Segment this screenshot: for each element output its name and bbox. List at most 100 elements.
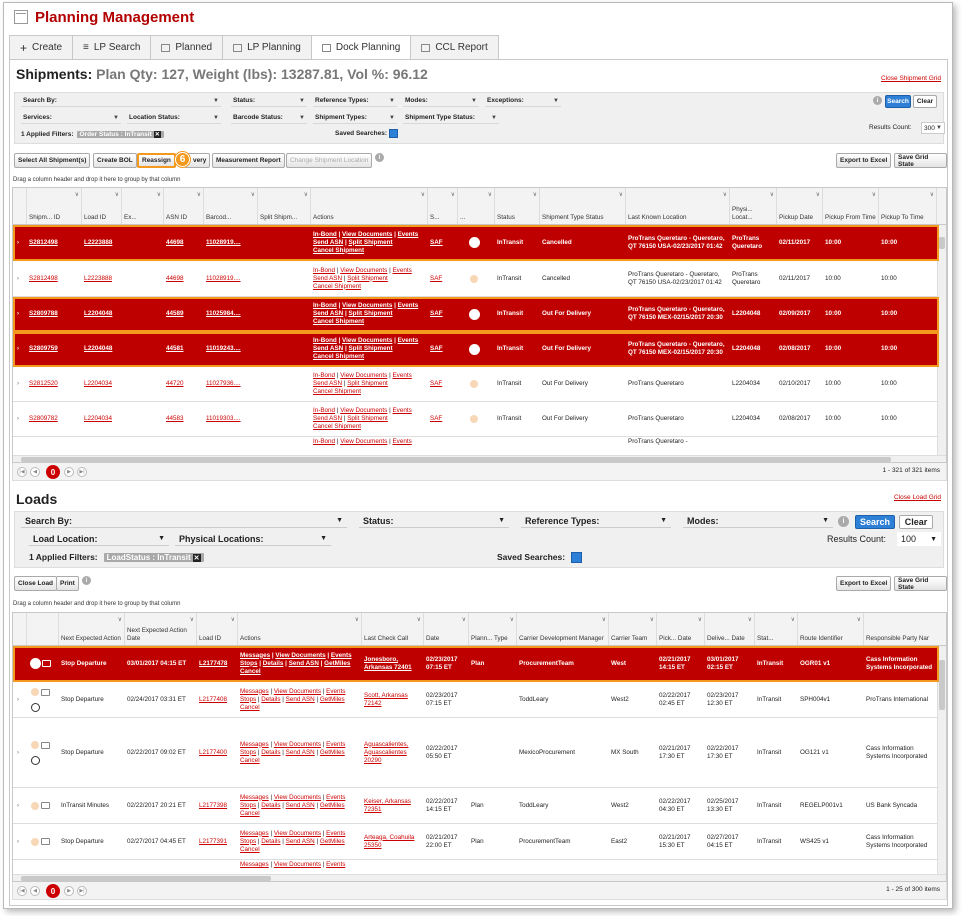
stops-link[interactable]: Stops [240, 660, 258, 667]
column-header-actions[interactable]: Actions ∨ [311, 188, 428, 224]
send-asn-link[interactable]: Send ASN [286, 802, 315, 809]
send-asn-link[interactable]: Send ASN [313, 345, 343, 352]
select-all-shipments-button[interactable]: Select All Shipment(s) [14, 153, 91, 168]
messages-link[interactable]: Messages [240, 652, 270, 659]
tab-planned[interactable]: Planned [150, 35, 224, 59]
chevron-down-icon[interactable]: ∨ [355, 616, 359, 624]
chevron-down-icon[interactable]: ∨ [115, 191, 119, 199]
table-row[interactable]: › S2809782 L2204034 44583 11019303.... I… [13, 402, 939, 437]
cancel-link[interactable]: Cancel [240, 757, 260, 764]
table-row[interactable]: › Stop Departure 02/27/2017 04:45 ET L21… [13, 824, 939, 860]
load-id-link[interactable]: L2177408 [199, 696, 227, 704]
barcode-link[interactable]: 11028919.... [206, 239, 241, 247]
shipment-id-link[interactable]: S2812520 [29, 380, 58, 388]
events-link[interactable]: Events [326, 861, 345, 868]
split-shipment-link[interactable]: Split Shipment [348, 345, 392, 352]
table-row[interactable]: › Stop Departure 02/24/2017 03:31 ET L21… [13, 682, 939, 718]
column-header-pickup-from-time[interactable]: Pickup From Time ∨ [823, 188, 879, 224]
clear-button[interactable]: Clear [899, 515, 933, 529]
load-id-link[interactable]: L2223888 [84, 239, 112, 247]
in-bond-link[interactable]: In-Bond [313, 438, 335, 445]
send-asn-link[interactable]: Send ASN [286, 838, 315, 845]
column-header-s[interactable]: S... ∨ [428, 188, 458, 224]
load-id-link[interactable]: L2204048 [84, 310, 112, 318]
asn-id-link[interactable]: 44581 [166, 345, 184, 353]
events-link[interactable]: Events [398, 231, 419, 238]
check-call-link[interactable]: Keiser, Arkansas 72351 [364, 798, 422, 814]
column-header-load-id[interactable]: Load ID ∨ [82, 188, 122, 224]
search-by-dropdown[interactable]: Search By: ▼ [21, 95, 221, 107]
status-dropdown[interactable]: Status: ▼ [231, 95, 307, 107]
cancel-shipment-link[interactable]: Cancel Shipment [313, 247, 364, 254]
table-row[interactable]: In-Bond | View Documents | Events ProTra… [13, 437, 939, 455]
cancel-link[interactable]: Cancel [240, 846, 260, 853]
results-count-select[interactable]: 300 ▼ [921, 122, 945, 134]
send-asn-link[interactable]: Send ASN [289, 660, 319, 667]
asn-id-link[interactable]: 44698 [166, 239, 184, 247]
view-documents-link[interactable]: View Documents [340, 438, 387, 445]
in-bond-link[interactable]: In-Bond [313, 372, 335, 379]
tab-dock-planning[interactable]: Dock Planning [310, 35, 412, 59]
column-header-ex[interactable]: Ex... ∨ [122, 188, 164, 224]
send-asn-link[interactable]: Send ASN [313, 380, 342, 387]
view-documents-link[interactable]: View Documents [274, 861, 321, 868]
load-id-link[interactable]: L2177400 [199, 749, 227, 757]
view-documents-link[interactable]: View Documents [342, 302, 392, 309]
expand-row-icon[interactable]: › [15, 824, 21, 859]
column-header-icon[interactable]: ... ∨ [458, 188, 495, 224]
barcode-link[interactable]: 11027936.... [206, 380, 241, 388]
expand-row-icon[interactable]: › [15, 367, 21, 401]
location-status-dropdown[interactable]: Location Status: ▼ [127, 112, 221, 124]
messages-link[interactable]: Messages [240, 861, 269, 868]
expand-row-icon[interactable]: › [15, 402, 21, 436]
info-icon[interactable]: i [375, 153, 384, 162]
events-link[interactable]: Events [392, 267, 411, 274]
shipment-id-link[interactable]: S2812498 [29, 275, 58, 283]
barcode-link[interactable]: 11028919.... [206, 275, 241, 283]
load-id-link[interactable]: L2223888 [84, 275, 112, 283]
barcode-link[interactable]: 11019303.... [206, 415, 241, 423]
split-shipment-link[interactable]: Split Shipment [347, 380, 388, 387]
messages-link[interactable]: Messages [240, 688, 269, 695]
column-header-last-check-call[interactable]: Last Check Call ∨ [362, 613, 424, 645]
view-documents-link[interactable]: View Documents [340, 372, 387, 379]
events-link[interactable]: Events [326, 794, 345, 801]
tab-ccl-report[interactable]: CCL Report [410, 35, 499, 59]
expand-row-icon[interactable]: › [15, 682, 21, 717]
events-link[interactable]: Events [392, 407, 411, 414]
chevron-down-icon[interactable]: ∨ [857, 616, 861, 624]
asn-id-link[interactable]: 44720 [166, 380, 184, 388]
getmiles-link[interactable]: GetMiles [324, 660, 350, 667]
modes-dropdown[interactable]: Modes: ▼ [683, 514, 833, 528]
getmiles-link[interactable]: GetMiles [320, 802, 345, 809]
chevron-down-icon[interactable]: ∨ [723, 191, 727, 199]
chevron-down-icon[interactable]: ∨ [231, 616, 235, 624]
last-page-icon[interactable]: ▶| [77, 886, 87, 896]
column-header-asn-id[interactable]: ASN ID ∨ [164, 188, 204, 224]
expand-row-icon[interactable]: › [15, 225, 21, 260]
shipment-id-link[interactable]: S2809782 [29, 415, 58, 423]
table-row[interactable]: › S2812498 L2223888 44698 11028919.... I… [13, 261, 939, 297]
cancel-link[interactable]: Cancel [240, 668, 261, 675]
chevron-down-icon[interactable]: ∨ [533, 191, 537, 199]
column-header-responsible-party[interactable]: Responsible Party Nar [864, 613, 946, 645]
create-bol-button[interactable]: Create BOL [93, 153, 137, 168]
column-header-physical-location[interactable]: Physi... Locat... ∨ [730, 188, 777, 224]
view-documents-link[interactable]: View Documents [274, 794, 321, 801]
column-header-load-id[interactable]: Load ID ∨ [197, 613, 238, 645]
table-row[interactable]: › S2809759 L2204048 44581 11019243.... I… [13, 332, 939, 367]
send-asn-link[interactable]: Send ASN [313, 239, 343, 246]
shipment-id-link[interactable]: S2812498 [29, 239, 58, 247]
info-icon[interactable]: i [873, 96, 882, 105]
column-header-split-shipment[interactable]: Split Shipm... ∨ [258, 188, 311, 224]
save-icon[interactable] [388, 129, 398, 138]
chevron-down-icon[interactable]: ∨ [451, 191, 455, 199]
details-link[interactable]: Details [261, 802, 280, 809]
close-shipment-grid-link[interactable]: Close Shipment Grid [881, 75, 941, 82]
measurement-report-button[interactable]: Measurement Report [212, 153, 285, 168]
prev-page-icon[interactable]: ◀ [30, 467, 40, 477]
shipment-id-link[interactable]: S2809788 [29, 310, 58, 318]
column-header-carrier-dev-manager[interactable]: Carrier Development Manager ∨ [517, 613, 609, 645]
events-link[interactable]: Events [398, 337, 419, 344]
chevron-down-icon[interactable]: ∨ [197, 191, 201, 199]
